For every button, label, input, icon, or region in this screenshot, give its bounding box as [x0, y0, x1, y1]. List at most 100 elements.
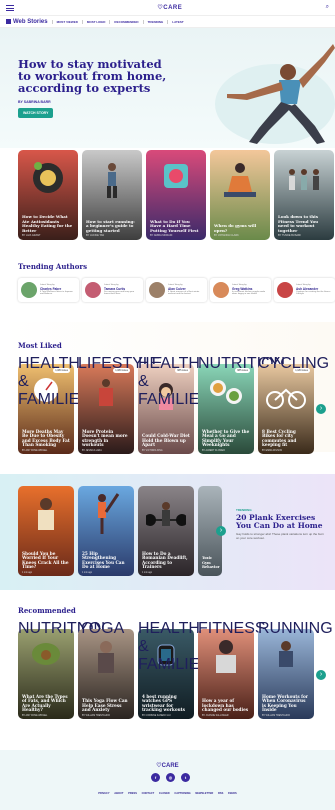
care-logo[interactable]: ♡CARE [157, 4, 182, 11]
card-meta: BY ALBERT FLOWER [202, 450, 225, 452]
story-title: When do gyms will open? [214, 223, 257, 233]
story-meta: BY AMIRA MORADI [150, 234, 173, 237]
avocado-image [32, 643, 60, 665]
story-title: How to start running: a beginner's guide… [86, 218, 135, 233]
stretch-image [98, 493, 120, 534]
story-card[interactable]: How to Decide What Ate Antioxidants Heal… [18, 150, 78, 240]
article-card[interactable]: Home Workouts for When Coronavirus is Ke… [258, 629, 314, 719]
top-bar: ♡CARE ⌕ [0, 0, 335, 16]
stories-nav: Web Stories MOST VIEWED MOST LIKED RECOM… [0, 16, 335, 28]
card-title: How a year of lockdown has changed our b… [202, 698, 249, 713]
card-meta: BY AMY ROSE WRIGEL [22, 450, 48, 452]
author-desc: 4 Total Wellness Ideas to Improve and Ba… [40, 290, 73, 296]
knee-image [38, 498, 54, 530]
nav-recommended[interactable]: RECOMMENDED [109, 19, 139, 24]
card-meta: 1 min ago [22, 572, 33, 574]
author-card[interactable]: Latest Story by Greg Watkins In restaurant… [210, 278, 271, 302]
menu-icon[interactable] [6, 4, 14, 11]
avatar [21, 282, 37, 298]
card-category[interactable]: CYCLING [258, 355, 329, 373]
featured-kicker: TRENDING [236, 508, 252, 512]
footer-links[interactable]: PRIVACY ABOUT PRESS CONTACT CLOSED CAPTI… [0, 792, 335, 795]
brand-label: Web Stories [13, 18, 48, 25]
nav-latest[interactable]: LATEST [167, 19, 184, 24]
instagram-icon[interactable]: ◎ [166, 773, 175, 782]
card-title: Home Workouts for When Coronavirus is Ke… [262, 693, 308, 713]
hero-title[interactable]: How to stay motivated to workout from ho… [18, 58, 168, 94]
next-arrow-icon[interactable]: › [316, 670, 326, 680]
watch-story-button[interactable]: WATCH STORY [18, 108, 54, 118]
story-strip: How to Decide What Ate Antioxidants Heal… [18, 150, 334, 240]
web-stories-brand[interactable]: Web Stories [6, 19, 48, 25]
author-card[interactable]: Latest Story by Ash Alexander Captions for… [274, 278, 335, 302]
card-title: 8 Best Cycling Bikes for city commutes a… [262, 428, 297, 448]
next-arrow-icon[interactable]: › [316, 404, 326, 414]
twitter-icon[interactable]: t [181, 773, 190, 782]
article-card[interactable]: 1,080 Likes More Protein Doesn't mean mo… [78, 364, 134, 454]
runner-image [107, 163, 117, 198]
meditation-image [224, 163, 256, 197]
search-icon[interactable]: ⌕ [326, 4, 329, 11]
bike-image [266, 388, 306, 409]
yoga-man-image [98, 641, 114, 673]
article-card[interactable]: How a year of lockdown has changed our b… [198, 629, 254, 719]
story-title: What to Do If You Have a Hard Time Putti… [150, 218, 199, 233]
card-meta: BY JESSICA LARA [82, 450, 102, 452]
article-card[interactable]: 1,180 Likes 8 Best Cycling Bikes for cit… [258, 364, 314, 454]
athlete-image [99, 379, 113, 406]
story-card[interactable]: What to Do If You Have a Hard Time Putti… [146, 150, 206, 240]
card-title: Could Cold-War Diet Hold the Blown up Ap… [142, 433, 190, 448]
card-category[interactable]: FITNESS [198, 620, 266, 638]
article-card[interactable]: 25 Hip Strengthening Exercises You Can D… [78, 486, 134, 576]
author-desc: In restaurant kitchen people made ideas … [232, 290, 266, 296]
author-desc: 4 Great reasons of a Best winter workout… [168, 290, 200, 296]
article-card[interactable]: 985 Likes Whether to Give the Meal a Go … [198, 364, 254, 454]
trending-authors-title: Trending Authors [18, 262, 88, 271]
card-title: More Deaths May Be Due to Obesity and Ex… [22, 428, 70, 448]
card-title: How to Do a Romanian Deadlift, According… [142, 550, 188, 570]
card-meta: BY VICTORIA KING [142, 450, 163, 452]
card-title: What Are the Types of Fats, and Which Ar… [22, 693, 68, 713]
avatar [85, 282, 101, 298]
author-card[interactable]: Latest Story by Alan Culver 4 Great reason… [146, 278, 207, 302]
authors-row: Latest Story by Charles Fabre 4 Total Well… [18, 278, 335, 302]
story-card[interactable]: When do gyms will open? BY JOHANNA CLARK [210, 150, 270, 240]
featured-title: 20 Plank Exercises You Can Do at Home [236, 513, 323, 530]
author-card[interactable]: Latest Story by Tamara Curtis Do running g… [82, 278, 143, 302]
author-desc: Do running gear and keep your honest bes… [104, 290, 135, 296]
card-category[interactable]: RUNNING [258, 620, 333, 638]
article-card[interactable]: How to Do a Romanian Deadlift, According… [138, 486, 194, 576]
lockdown-image [216, 640, 236, 673]
article-card[interactable]: Should You be Worried If Your Knees Crac… [18, 486, 74, 576]
footer-logo[interactable]: ♡CARE [0, 762, 335, 769]
nav-most-viewed[interactable]: MOST VIEWED [51, 19, 78, 24]
article-card[interactable]: This Yoga Flow Can Help Ease Stress and … [78, 629, 134, 719]
social-links: f ◎ t [151, 773, 190, 782]
trending-row: Should You be Worried If Your Knees Crac… [18, 486, 222, 576]
nav-trending[interactable]: TRENDING [142, 19, 163, 24]
recommended-row: What Are the Types of Fats, and Which Ar… [18, 620, 333, 719]
most-liked-title: Most Liked [18, 341, 62, 350]
author-card[interactable]: Latest Story by Charles Fabre 4 Total Well… [18, 278, 79, 302]
next-arrow-icon[interactable]: › [216, 526, 226, 536]
hero: How to stay motivated to workout from ho… [0, 28, 335, 148]
home-workout-image [279, 641, 293, 667]
footer: ♡CARE f ◎ t PRIVACY ABOUT PRESS CONTACT … [0, 750, 335, 810]
card-meta: 1 min ago [82, 572, 93, 574]
card-title: Should You be Worried If Your Knees Crac… [22, 550, 69, 570]
card-meta: 1 min ago [142, 572, 153, 574]
card-meta: BY WILLIAM TRENTALINO [262, 715, 291, 717]
story-card[interactable]: How to start running: a beginner's guide… [82, 150, 142, 240]
most-liked-row: 1,080 Likes More Deaths May Be Due to Ob… [18, 355, 329, 454]
card-meta: BY EMMA WILSON [262, 450, 283, 452]
article-card[interactable]: What Are the Types of Fats, and Which Ar… [18, 629, 74, 719]
illustration-image [164, 164, 188, 188]
story-meta: BY TUNDE BUSAMI [278, 234, 301, 237]
story-card[interactable]: Look down to this Fitness Trend You need… [274, 150, 334, 240]
nav-most-liked[interactable]: MOST LIKED [81, 19, 105, 24]
featured-story[interactable]: TRENDING 20 Plank Exercises You Can Do a… [236, 508, 326, 541]
hero-yoga-image [215, 44, 335, 144]
author-desc: Captions for creating the the fitness Li… [296, 290, 331, 296]
facebook-icon[interactable]: f [151, 773, 160, 782]
card-category[interactable]: YOGA [78, 620, 124, 638]
